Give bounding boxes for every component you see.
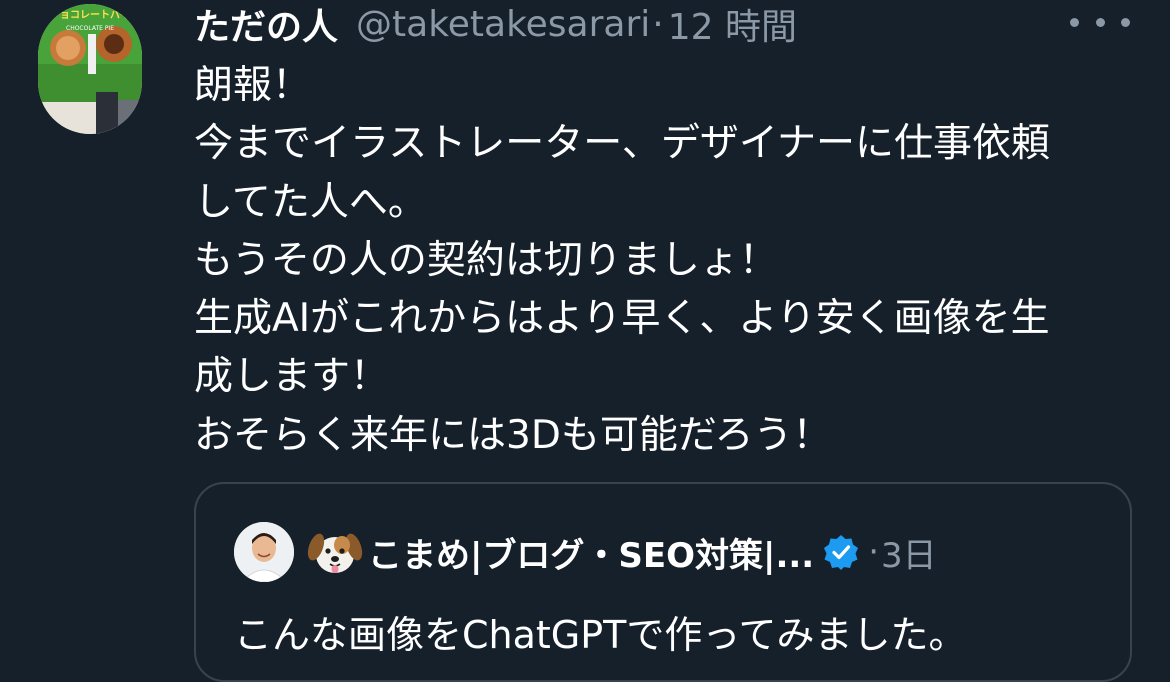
more-dot [1095, 17, 1105, 27]
author-avatar[interactable]: チョコレートパイ CHOCOLATE PIE [38, 4, 142, 134]
more-dot [1070, 17, 1079, 27]
tweet-line: 今までイラストレーター、デザイナーに仕事依頼 [194, 121, 1051, 167]
quoted-author-name[interactable]: こまめ|ブログ・SEO対策|... [368, 528, 814, 577]
author-display-name[interactable]: ただの人 [194, 0, 338, 50]
tweet-body: 朗報！ 今までイラストレーター、デザイナーに仕事依頼 してた人へ。 もうその人の… [194, 57, 1154, 465]
tweet-header: ただの人 @taketakesarari · 12 時間 [194, 0, 797, 50]
more-options-icon[interactable] [1070, 14, 1130, 30]
tweet-timestamp[interactable]: 12 時間 [668, 0, 797, 50]
quoted-tweet-timestamp[interactable]: 3日 [881, 528, 937, 577]
quoted-tweet-text: こんな画像をChatGPTで作ってみました。 [234, 613, 967, 657]
avatar-package-subtext: CHOCOLATE PIE [66, 25, 114, 32]
tweet-line: 成します！ [194, 354, 390, 400]
tweet-line: 朗報！ [194, 63, 312, 108]
dog-face-icon [306, 523, 364, 581]
quoted-header-separator: · [868, 532, 880, 572]
header-separator: · [652, 3, 664, 45]
quoted-tweet-card[interactable]: こまめ|ブログ・SEO対策|... · 3日 こんな画像をChatGPTで作って… [194, 482, 1132, 682]
tweet-line: おそらく来年には3Dも可能だろう！ [194, 412, 832, 458]
quoted-author-avatar[interactable] [234, 522, 294, 582]
tweet-line: もうその人の契約は切りましょ！ [194, 237, 778, 283]
tweet-line: 生成AIがこれからはより早く、より安く画像を生 [194, 296, 1050, 342]
avatar-package-text: チョコレートパイ [50, 9, 130, 21]
quoted-tweet-header: こまめ|ブログ・SEO対策|... · 3日 [234, 522, 937, 582]
tweet-line: してた人へ。 [194, 179, 427, 225]
more-dot [1121, 17, 1130, 27]
author-handle[interactable]: @taketakesarari [356, 4, 650, 45]
verified-badge-icon [822, 533, 860, 571]
